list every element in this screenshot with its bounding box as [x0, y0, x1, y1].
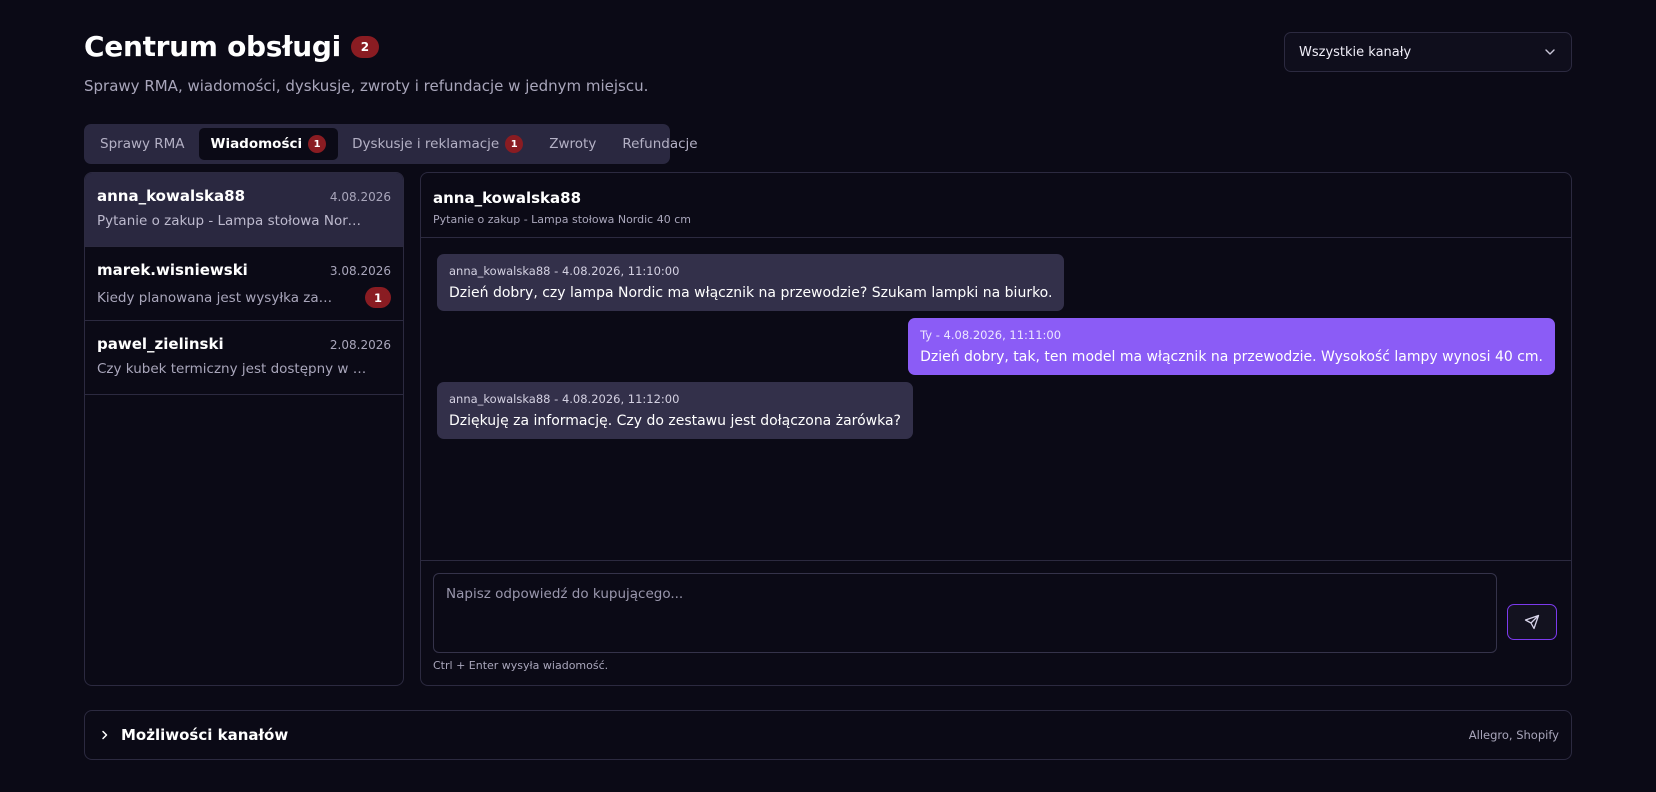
chat-header: anna_kowalska88 Pytanie o zakup - Lampa … — [421, 173, 1571, 238]
tab-discussions-complaints[interactable]: Dyskusje i reklamacje 1 — [340, 128, 535, 160]
message-text: Dziękuję za informację. Czy do zestawu j… — [449, 413, 901, 429]
capabilities-title: Możliwości kanałów — [121, 726, 289, 744]
page-subtitle: Sprawy RMA, wiadomości, dyskusje, zwroty… — [84, 77, 649, 95]
conversation-preview: Czy kubek termiczny jest dostępny w kolo… — [97, 361, 369, 377]
chevron-down-icon — [1545, 49, 1555, 55]
incoming-message: anna_kowalska88 - 4.08.2026, 11:12:00 Dz… — [437, 382, 913, 439]
tab-label: Refundacje — [622, 136, 698, 152]
conversation-name: anna_kowalska88 — [97, 187, 246, 205]
tab-rma-cases[interactable]: Sprawy RMA — [88, 128, 197, 160]
total-unread-badge: 2 — [350, 35, 379, 58]
page-title: Centrum obsługi — [84, 30, 341, 63]
channel-capabilities-toggle[interactable]: Możliwości kanałów Allegro, Shopify — [84, 710, 1572, 760]
message-text: Dzień dobry, czy lampa Nordic ma włączni… — [449, 285, 1053, 301]
conversation-date: 3.08.2026 — [329, 264, 391, 278]
channel-filter-select[interactable]: Wszystkie kanały — [1284, 32, 1572, 72]
conversation-name: pawel_zielinski — [97, 335, 224, 353]
tab-label: Dyskusje i reklamacje — [352, 136, 500, 152]
conversation-name: marek.wisniewski — [97, 261, 248, 279]
tab-refunds[interactable]: Refundacje — [610, 128, 709, 160]
conversation-date: 2.08.2026 — [329, 338, 391, 352]
chat-contact-name: anna_kowalska88 — [433, 189, 582, 207]
tab-label: Sprawy RMA — [100, 136, 185, 152]
conversation-item[interactable]: anna_kowalska88 4.08.2026 Pytanie o zaku… — [85, 173, 403, 247]
reply-composer: Ctrl + Enter wysyła wiadomość. — [421, 560, 1571, 686]
tab-label: Zwroty — [549, 136, 597, 152]
support-center-page: Centrum obsługi 2 Sprawy RMA, wiadomości… — [0, 0, 1656, 792]
send-button[interactable] — [1507, 604, 1557, 640]
chevron-right-icon — [102, 730, 108, 740]
incoming-message: anna_kowalska88 - 4.08.2026, 11:10:00 Dz… — [437, 254, 1065, 311]
chat-panel: anna_kowalska88 Pytanie o zakup - Lampa … — [420, 172, 1572, 686]
send-icon — [1524, 614, 1540, 630]
message-meta: anna_kowalska88 - 4.08.2026, 11:12:00 — [449, 392, 680, 406]
page-header: Centrum obsługi 2 Sprawy RMA, wiadomości… — [84, 30, 1572, 110]
capabilities-channels: Allegro, Shopify — [1468, 728, 1559, 742]
reply-input[interactable] — [433, 573, 1497, 653]
tab-label: Wiadomości — [210, 136, 303, 152]
conversation-list: anna_kowalska88 4.08.2026 Pytanie o zaku… — [84, 172, 404, 686]
tab-messages[interactable]: Wiadomości 1 — [198, 128, 339, 160]
tab-badge: 1 — [505, 135, 524, 153]
conversation-item[interactable]: marek.wisniewski 3.08.2026 Kiedy planowa… — [85, 247, 403, 321]
message-thread: anna_kowalska88 - 4.08.2026, 11:10:00 Dz… — [421, 238, 1571, 562]
conversation-date: 4.08.2026 — [329, 190, 391, 204]
unread-count-badge: 1 — [365, 287, 391, 308]
conversation-preview: Kiedy planowana jest wysyłka zamówienia? — [97, 289, 345, 306]
conversation-item[interactable]: pawel_zielinski 2.08.2026 Czy kubek term… — [85, 321, 403, 395]
send-shortcut-hint: Ctrl + Enter wysyła wiadomość. — [433, 659, 609, 672]
conversation-preview: Pytanie o zakup - Lampa stołowa Nordic 4… — [97, 213, 369, 229]
tab-returns[interactable]: Zwroty — [537, 128, 608, 160]
tab-badge: 1 — [308, 135, 327, 153]
message-meta: anna_kowalska88 - 4.08.2026, 11:10:00 — [449, 264, 680, 278]
outgoing-message: Ty - 4.08.2026, 11:11:00 Dzień dobry, ta… — [908, 318, 1555, 375]
message-meta: Ty - 4.08.2026, 11:11:00 — [920, 328, 1062, 342]
message-text: Dzień dobry, tak, ten model ma włącznik … — [920, 349, 1543, 365]
tab-bar: Sprawy RMA Wiadomości 1 Dyskusje i rekla… — [84, 124, 698, 164]
channel-filter-value: Wszystkie kanały — [1299, 44, 1412, 60]
chat-subject: Pytanie o zakup - Lampa stołowa Nordic 4… — [433, 213, 691, 226]
